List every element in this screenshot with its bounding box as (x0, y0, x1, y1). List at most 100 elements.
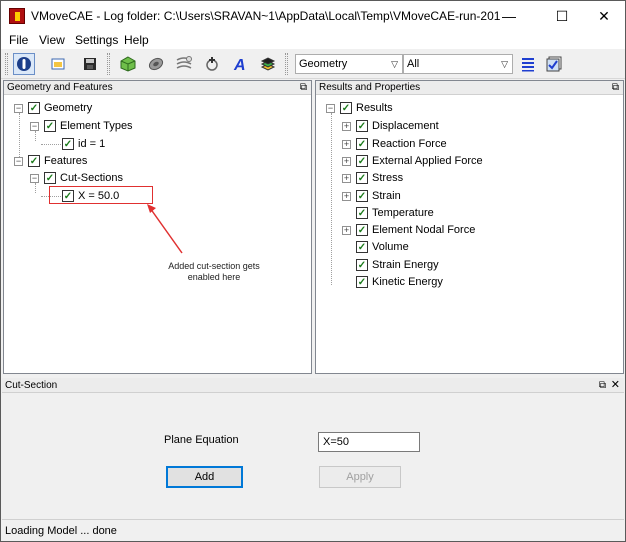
tree-item-element-nodal-force[interactable]: + ✓ Element Nodal Force (342, 222, 475, 238)
tree-item-label: Strain (372, 190, 401, 202)
annotation-line1: Added cut-section gets (168, 261, 260, 271)
tree-item-strain-energy[interactable]: ✓ Strain Energy (356, 257, 439, 273)
tree-item-id[interactable]: ✓ id = 1 (62, 136, 105, 152)
checkbox-icon[interactable] (543, 53, 565, 75)
panel-title: Cut-Section (5, 380, 58, 391)
toolbar-grip[interactable] (5, 53, 8, 75)
tree-item-volume[interactable]: ✓ Volume (356, 239, 409, 255)
annotation-text: Added cut-section gets enabled here (154, 261, 274, 283)
checkbox-temperature[interactable]: ✓ (356, 207, 368, 219)
list-icon[interactable] (517, 53, 539, 75)
collapse-icon[interactable]: − (326, 103, 335, 113)
tree-item-label: id = 1 (78, 138, 106, 150)
open-icon[interactable] (47, 53, 69, 75)
checkbox-strain-energy[interactable]: ✓ (356, 259, 368, 271)
tree-item-results[interactable]: − ✓ Results (326, 100, 393, 116)
maximize-button[interactable]: ☐ (539, 1, 585, 31)
checkbox-geometry[interactable]: ✓ (28, 102, 40, 114)
tree-item-label: Geometry (44, 102, 93, 114)
tree-item-label: Element Types (60, 120, 133, 132)
expand-icon[interactable]: + (342, 173, 351, 183)
checkbox-external-applied-force[interactable]: ✓ (356, 155, 368, 167)
highlight-box (49, 186, 153, 204)
panel-title: Geometry and Features (7, 82, 113, 93)
window-title: VMoveCAE - Log folder: C:\Users\SRAVAN~1… (31, 9, 501, 23)
restore-icon[interactable]: ⧉ (599, 378, 606, 393)
toolbar-grip[interactable] (107, 53, 110, 75)
checkbox-strain[interactable]: ✓ (356, 190, 368, 202)
checkbox-features[interactable]: ✓ (28, 155, 40, 167)
checkbox-element-nodal-force[interactable]: ✓ (356, 224, 368, 236)
checkbox-stress[interactable]: ✓ (356, 172, 368, 184)
tree-item-label: Cut-Sections (60, 172, 123, 184)
minimize-button[interactable]: — (486, 1, 532, 31)
lines-icon[interactable] (173, 53, 195, 75)
add-node-icon[interactable] (201, 53, 223, 75)
toolbar-grip[interactable] (285, 53, 288, 75)
tree-item-label: Results (356, 102, 393, 114)
tree-item-label: Volume (372, 241, 409, 253)
expand-icon[interactable]: + (342, 156, 351, 166)
menu-settings[interactable]: Settings (75, 33, 118, 47)
cube-icon[interactable] (117, 53, 139, 75)
layers-icon[interactable] (257, 53, 279, 75)
tree-item-element-types[interactable]: − ✓ Element Types (30, 118, 133, 134)
tree-item-displacement[interactable]: + ✓ Displacement (342, 118, 439, 134)
collapse-icon[interactable]: − (30, 121, 39, 131)
status-bar: Loading Model ... done (2, 519, 624, 541)
tree-item-cut-sections[interactable]: − ✓ Cut-Sections (30, 170, 123, 186)
tree-item-geometry[interactable]: − ✓ Geometry (14, 100, 92, 116)
plane-equation-input[interactable]: X=50 (318, 432, 420, 452)
annotation-arrow (147, 204, 183, 254)
restore-icon[interactable]: ⧉ (300, 81, 307, 95)
panel-title: Results and Properties (319, 82, 421, 93)
app-window: VMoveCAE - Log folder: C:\Users\SRAVAN~1… (0, 0, 626, 542)
checkbox-cut-sections[interactable]: ✓ (44, 172, 56, 184)
restore-icon[interactable]: ⧉ (612, 81, 619, 95)
checkbox-id[interactable]: ✓ (62, 138, 74, 150)
checkbox-results[interactable]: ✓ (340, 102, 352, 114)
title-bar: VMoveCAE - Log folder: C:\Users\SRAVAN~1… (1, 1, 625, 31)
tree-item-features[interactable]: − ✓ Features (14, 153, 87, 169)
close-button[interactable]: ✕ (581, 1, 626, 31)
category-select-value: Geometry (299, 58, 348, 70)
checkbox-kinetic-energy[interactable]: ✓ (356, 276, 368, 288)
checkbox-reaction-force[interactable]: ✓ (356, 138, 368, 150)
tree-item-temperature[interactable]: ✓ Temperature (356, 205, 434, 221)
apply-button[interactable]: Apply (319, 466, 401, 488)
cut-section-header: Cut-Section ⧉ ✕ (2, 378, 624, 393)
checkbox-volume[interactable]: ✓ (356, 241, 368, 253)
close-icon[interactable]: ✕ (611, 378, 620, 393)
tree-item-reaction-force[interactable]: + ✓ Reaction Force (342, 136, 447, 152)
tree-item-strain[interactable]: + ✓ Strain (342, 188, 401, 204)
tree-item-label: Kinetic Energy (372, 276, 443, 288)
app-logo-icon (9, 8, 25, 24)
collapse-icon[interactable]: − (14, 156, 23, 166)
menu-help[interactable]: Help (124, 33, 149, 47)
add-button[interactable]: Add (166, 466, 243, 488)
save-icon[interactable] (79, 53, 101, 75)
text-icon[interactable]: A (229, 53, 251, 75)
tree-item-stress[interactable]: + ✓ Stress (342, 170, 403, 186)
checkbox-displacement[interactable]: ✓ (356, 120, 368, 132)
filter-select[interactable]: All ▽ (403, 54, 513, 74)
expand-icon[interactable]: + (342, 139, 351, 149)
tree-item-kinetic-energy[interactable]: ✓ Kinetic Energy (356, 274, 443, 290)
tree-item-external-applied-force[interactable]: + ✓ External Applied Force (342, 153, 483, 169)
expand-icon[interactable]: + (342, 191, 351, 201)
category-select[interactable]: Geometry ▽ (295, 54, 403, 74)
expand-icon[interactable]: + (342, 225, 351, 235)
collapse-icon[interactable]: − (30, 173, 39, 183)
geometry-features-panel: Geometry and Features ⧉ − ✓ Geometry − ✓… (3, 80, 312, 374)
tree-item-label: Strain Energy (372, 259, 439, 271)
info-icon[interactable] (13, 53, 35, 75)
expand-icon[interactable]: + (342, 121, 351, 131)
checkbox-element-types[interactable]: ✓ (44, 120, 56, 132)
menu-bar: File View Settings Help (1, 31, 625, 49)
collapse-icon[interactable]: − (14, 103, 23, 113)
disc-icon[interactable] (145, 53, 167, 75)
menu-file[interactable]: File (9, 33, 28, 47)
menu-view[interactable]: View (39, 33, 65, 47)
tree-line (331, 113, 332, 285)
chevron-down-icon: ▽ (501, 59, 508, 69)
